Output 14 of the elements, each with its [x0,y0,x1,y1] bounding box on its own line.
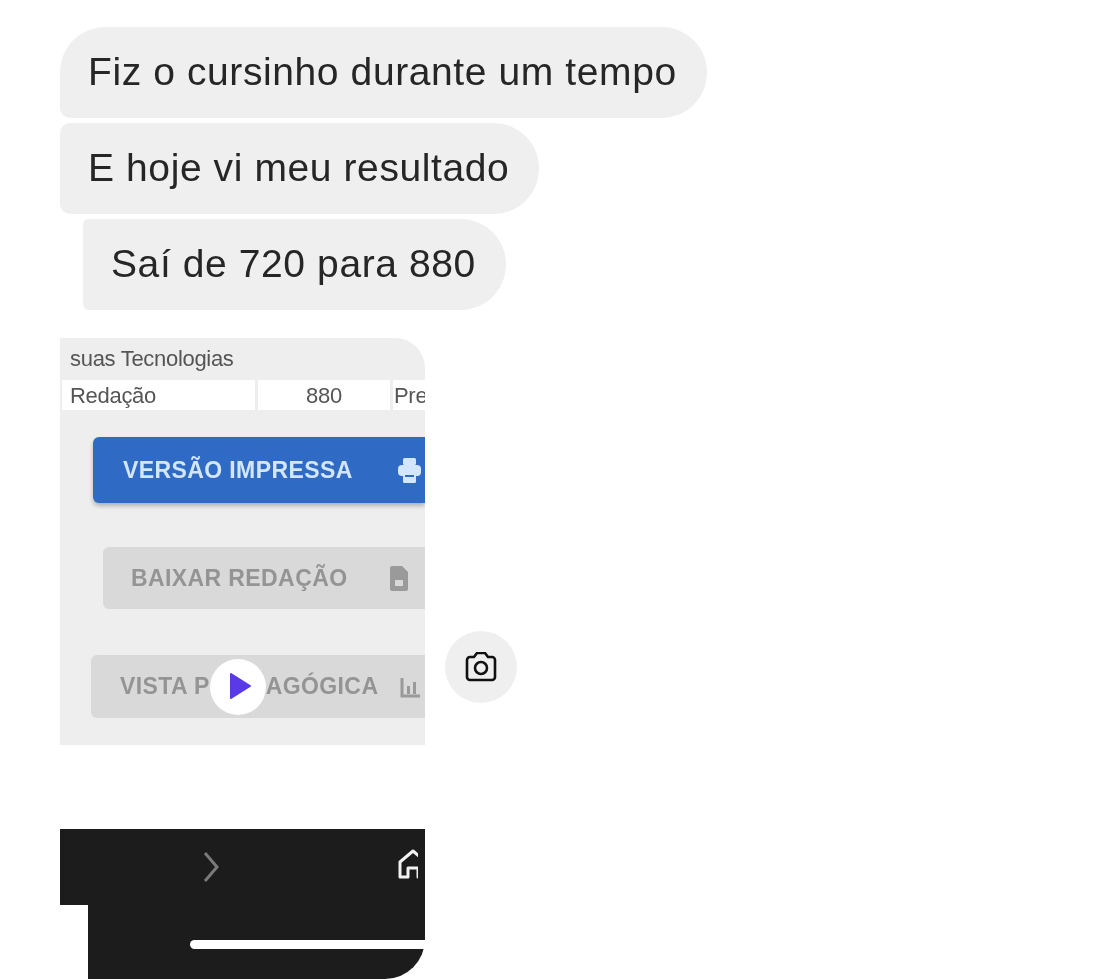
message-bubble: Fiz o cursinho durante um tempo [60,27,707,118]
print-version-button: VERSÃO IMPRESSA [93,437,425,503]
printer-icon [397,457,421,483]
home-icon[interactable] [398,849,418,879]
chart-icon [400,675,421,698]
download-essay-button: BAIXAR REDAÇÃO [103,547,425,609]
file-icon [390,565,409,591]
chevron-right-icon[interactable] [203,851,219,883]
table-cell: Redação [62,380,255,410]
camera-icon [464,652,498,682]
message-bubble: Saí de 720 para 880 [83,219,506,310]
pedagogical-view-button: VISTA P AGÓGICA [91,655,425,718]
table-cell: 880 [258,380,390,410]
message-bubble: E hoje vi meu resultado [60,123,540,214]
